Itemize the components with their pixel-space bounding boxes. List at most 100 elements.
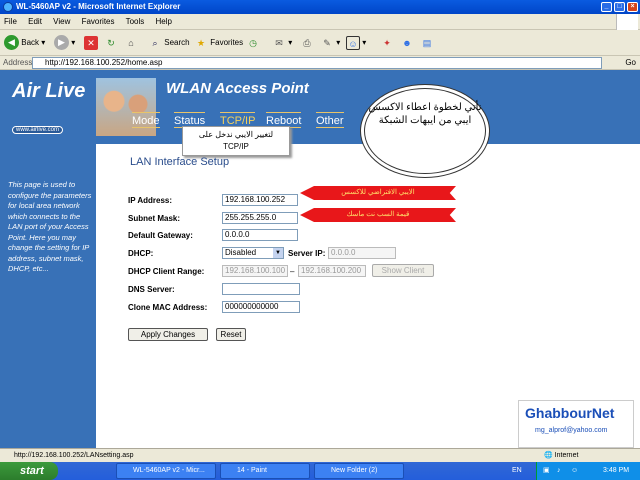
chat-button[interactable]: ☻	[400, 34, 414, 52]
page-content: Air Live www.airlive.com WLAN Access Poi…	[0, 70, 640, 448]
product-title: WLAN Access Point	[166, 80, 309, 97]
back-label: Back	[21, 38, 40, 47]
mail-button[interactable]: ✉ ▾	[272, 34, 292, 52]
ip-address-label: IP Address:	[128, 196, 173, 205]
internet-zone: 🌐 Internet	[544, 452, 579, 459]
show-client-button[interactable]: Show Client	[372, 264, 434, 277]
research-button[interactable]: ✦	[380, 34, 394, 52]
server-ip-input[interactable]: 0.0.0.0	[328, 247, 396, 259]
reset-button[interactable]: Reset	[216, 328, 246, 341]
default-gateway-label: Default Gateway:	[128, 231, 193, 240]
tooltip-line2: TCP/IP	[223, 142, 249, 151]
dhcp-label: DHCP:	[128, 249, 154, 258]
volume-icon[interactable]: ♪	[557, 462, 561, 480]
mask-annotation-arrow: قيمة السب نت ماسك	[300, 208, 456, 222]
stop-icon: ✕	[84, 35, 98, 50]
windows-logo-icon	[616, 14, 638, 30]
menu-favorites[interactable]: Favorites	[82, 17, 115, 26]
forward-button[interactable]: ▶ ▾	[54, 34, 75, 52]
start-button[interactable]: start	[0, 462, 58, 480]
zone-label: Internet	[554, 452, 579, 459]
ip-address-input[interactable]: 192.168.100.252	[222, 194, 298, 206]
favorites-label: Favorites	[210, 38, 244, 47]
print-button[interactable]: ⎙	[300, 34, 314, 52]
back-button[interactable]: ◀ Back ▾	[4, 34, 45, 52]
task-browser[interactable]: WL-5460AP v2 - Micr...	[116, 463, 216, 479]
maximize-button[interactable]: □	[614, 2, 625, 12]
minimize-button[interactable]: _	[601, 2, 612, 12]
server-ip-label: Server IP:	[288, 249, 326, 258]
tab-mode[interactable]: Mode	[132, 112, 160, 128]
search-icon: ⌕	[152, 37, 158, 48]
page-title: LAN Interface Setup	[130, 156, 230, 168]
network-icon[interactable]: ▣	[543, 462, 550, 480]
address-url: http://192.168.100.252/home.asp	[45, 58, 163, 67]
history-button[interactable]: ◷	[246, 34, 260, 52]
home-button[interactable]: ⌂	[124, 34, 138, 52]
research-icon: ✦	[383, 37, 391, 48]
stop-button[interactable]: ✕	[84, 34, 98, 52]
messenger-button[interactable]: ☺ ▾	[346, 34, 366, 52]
menu-tools[interactable]: Tools	[126, 17, 145, 26]
toolbar: ◀ Back ▾ ▶ ▾ ✕ ↻ ⌂ ⌕ Search ★ Favorites …	[0, 30, 640, 56]
sidebar-help-text: This page is used to configure the param…	[8, 180, 92, 273]
airlive-logo: Air Live	[12, 80, 86, 102]
menu-view[interactable]: View	[53, 17, 70, 26]
taskbar: start WL-5460AP v2 - Micr... 14 - Paint …	[0, 462, 640, 480]
menu-file[interactable]: File	[4, 17, 17, 26]
home-icon: ⌂	[128, 37, 134, 48]
mask-arrow-text: قيمة السب نت ماسك	[346, 211, 410, 218]
back-arrow-icon: ◀	[4, 35, 19, 51]
watermark-email: mg_alprof@yahoo.com	[535, 427, 608, 434]
default-gateway-input[interactable]: 0.0.0.0	[222, 229, 298, 241]
status-bar: http://192.168.100.252/LANsetting.asp 🌐 …	[0, 448, 640, 462]
menu-help[interactable]: Help	[156, 17, 172, 26]
brand-url[interactable]: www.airlive.com	[12, 126, 64, 134]
task-paint[interactable]: 14 - Paint	[220, 463, 310, 479]
browser-window: WL-5460AP v2 - Microsoft Internet Explor…	[0, 0, 640, 480]
dhcp-range-start-input[interactable]: 192.168.100.100	[222, 265, 288, 277]
refresh-icon: ↻	[107, 37, 115, 48]
dns-server-label: DNS Server:	[128, 285, 175, 294]
note-button[interactable]: ▤	[420, 34, 434, 52]
tab-other[interactable]: Other	[316, 112, 344, 128]
address-input[interactable]: http://192.168.100.252/home.asp	[32, 57, 602, 69]
ie-icon	[3, 2, 13, 12]
tooltip-note: لتغيير الايبي ندخل على TCP/IP	[182, 126, 290, 156]
note-icon: ▤	[422, 37, 432, 48]
messenger-tray-icon[interactable]: ☺	[571, 462, 578, 480]
clone-mac-label: Clone MAC Address:	[128, 303, 208, 312]
dns-server-input[interactable]	[222, 283, 300, 295]
clone-mac-input[interactable]: 000000000000	[222, 301, 300, 313]
dhcp-range-end-input[interactable]: 192.168.100.200	[298, 265, 366, 277]
history-icon: ◷	[249, 37, 257, 48]
chat-icon: ☻	[402, 37, 412, 48]
page-header: Air Live www.airlive.com WLAN Access Poi…	[0, 70, 640, 144]
chevron-down-icon: ▼	[273, 248, 283, 258]
watermark-name: GhabbourNet	[525, 405, 615, 421]
clock: 3:48 PM	[603, 467, 630, 474]
edit-button[interactable]: ✎ ▾	[320, 34, 340, 52]
close-button[interactable]: ×	[627, 2, 638, 12]
address-bar: Address http://192.168.100.252/home.asp …	[0, 56, 640, 70]
language-indicator[interactable]: EN	[512, 462, 522, 480]
watermark-box: GhabbourNet mg_alprof@yahoo.com	[518, 400, 634, 448]
callout-text: نأتي لخطوة اعطاء الاكسس ايبي من ايبهات ا…	[368, 102, 482, 126]
menu-bar: File Edit View Favorites Tools Help	[0, 14, 640, 30]
mail-icon: ✉	[275, 37, 283, 48]
callout-cloud: نأتي لخطوة اعطاء الاكسس ايبي من ايبهات ا…	[364, 88, 486, 174]
messenger-icon: ☺	[346, 35, 360, 50]
task-folder[interactable]: New Folder (2)	[314, 463, 404, 479]
go-button[interactable]: Go	[625, 58, 636, 67]
refresh-button[interactable]: ↻	[104, 34, 118, 52]
menu-edit[interactable]: Edit	[28, 17, 42, 26]
edit-icon: ✎	[323, 37, 331, 48]
subnet-mask-input[interactable]: 255.255.255.0	[222, 212, 298, 224]
print-icon: ⎙	[303, 37, 311, 48]
apply-changes-button[interactable]: Apply Changes	[128, 328, 208, 341]
favorites-button[interactable]: ★ Favorites	[194, 34, 243, 52]
ip-arrow-text: الايبي الافتراضي للاكسس	[341, 189, 415, 196]
search-button[interactable]: ⌕ Search	[148, 34, 189, 52]
ip-annotation-arrow: الايبي الافتراضي للاكسس	[300, 186, 456, 200]
dhcp-select[interactable]: Disabled ▼	[222, 247, 284, 259]
